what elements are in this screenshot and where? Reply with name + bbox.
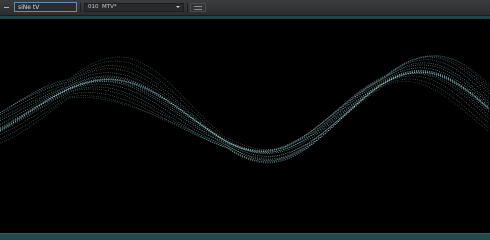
toolbar: 010 MTV* — [0, 0, 490, 16]
wave-mesh-line — [467, 66, 470, 115]
wave-mesh-line — [239, 143, 242, 153]
wave-mesh-line — [415, 59, 418, 83]
wave-line — [0, 69, 490, 153]
menu-lines-icon — [194, 9, 202, 10]
wave-line — [0, 55, 490, 150]
wave-mesh-line — [391, 72, 394, 84]
options-button[interactable] — [190, 3, 206, 12]
preset-number: 010 — [88, 4, 99, 10]
wave-mesh-line — [83, 68, 86, 98]
divider — [187, 3, 188, 12]
wave-mesh-line — [19, 100, 22, 133]
wave-line — [0, 67, 490, 152]
bottom-border — [0, 233, 490, 240]
wave-mesh-line — [475, 72, 478, 121]
wave-line — [0, 56, 490, 152]
wave-mesh-line — [319, 129, 322, 135]
wave-line — [0, 75, 490, 162]
wave-line — [0, 73, 490, 163]
preset-dropdown[interactable]: 010 MTV* — [84, 3, 184, 12]
minus-icon — [4, 6, 9, 8]
wave-mesh-line — [427, 56, 430, 87]
divider — [80, 3, 81, 12]
wave-line — [0, 62, 490, 152]
wave-visualizer — [0, 55, 490, 164]
wave-mesh-line — [479, 76, 482, 125]
menu-button[interactable] — [2, 2, 11, 12]
wave-line — [0, 64, 490, 151]
wave-mesh — [0, 55, 490, 164]
menu-lines-icon — [194, 6, 202, 7]
name-field[interactable] — [14, 2, 77, 12]
chevron-down-icon — [176, 6, 180, 8]
wave-mesh-line — [51, 83, 54, 111]
wave-mesh-line — [187, 101, 190, 130]
wave-mesh-line — [235, 142, 238, 151]
app-window: 010 MTV* — [0, 0, 490, 240]
wave-line — [0, 55, 490, 153]
wave-line — [0, 70, 490, 154]
wave-line — [0, 72, 490, 164]
wave-mesh-line — [463, 64, 466, 111]
wave-line — [0, 72, 490, 160]
wave-mesh-line — [103, 58, 106, 100]
wave-mesh-line — [303, 139, 306, 146]
preset-name: MTV* — [102, 4, 117, 10]
wave-line — [0, 56, 490, 153]
wave-line — [0, 81, 490, 158]
